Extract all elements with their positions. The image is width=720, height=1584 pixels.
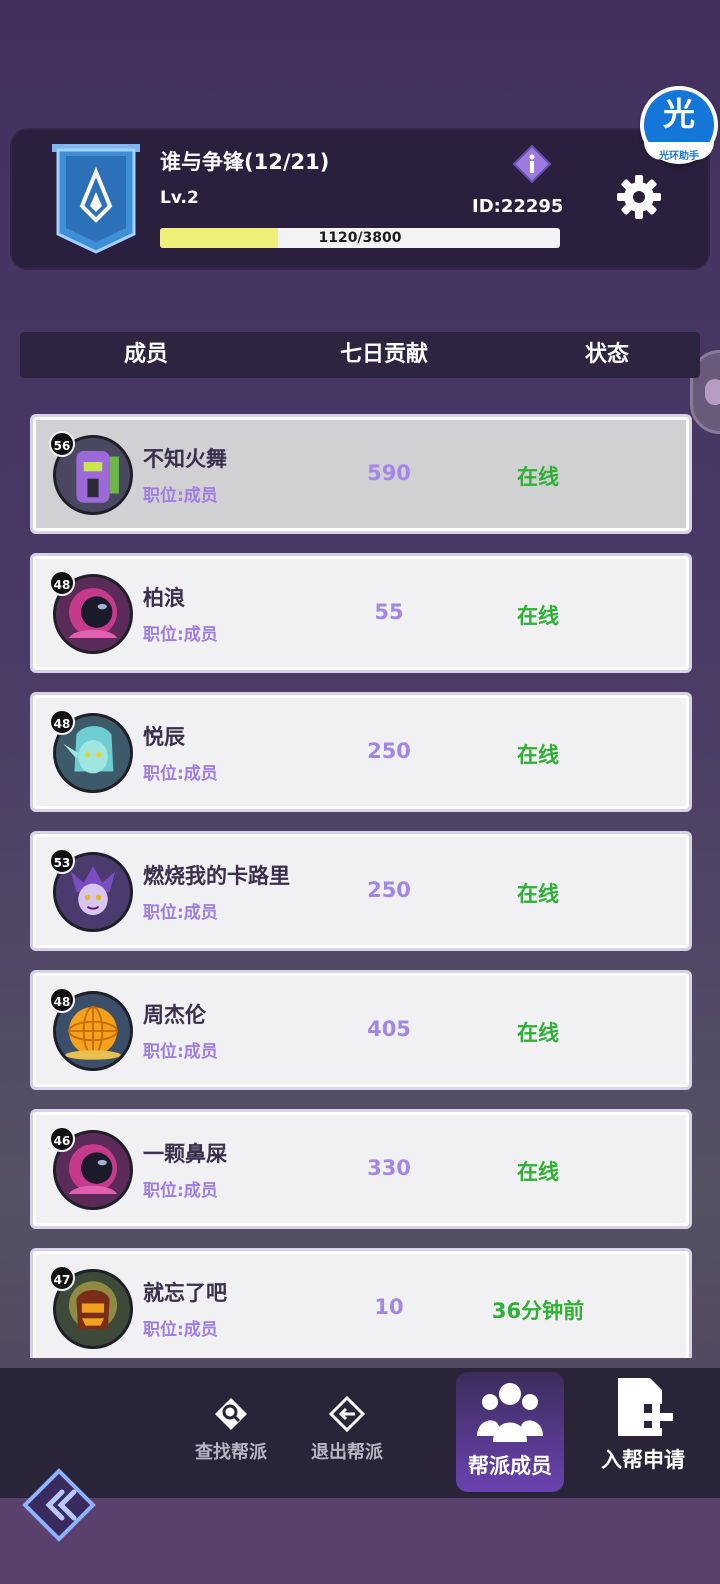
member-contribution: 250 [367,878,411,902]
member-contribution: 405 [367,1017,411,1041]
member-role: 职位:成员 [143,903,218,923]
join-requests-label: 入帮申请 [601,1448,685,1472]
guild-level: Lv.2 [160,188,199,208]
member-level-badge: 56 [49,431,75,457]
member-name: 周杰伦 [143,1003,206,1027]
member-status: 在线 [517,1021,559,1045]
drawer-handle-icon [705,379,720,405]
member-level-badge: 46 [49,1126,75,1152]
member-contribution: 55 [374,600,404,624]
member-role: 职位:成员 [143,486,218,506]
member-status: 在线 [517,882,559,906]
assistant-glyph: 光 [662,95,695,133]
guild-banner-icon [52,144,140,254]
member-contribution: 10 [374,1295,404,1319]
member-row[interactable]: 47 就忘了吧职位:成员 10 36分钟前 [30,1248,692,1358]
quit-guild-button[interactable]: 退出帮派 [302,1394,392,1464]
exit-guild-icon [328,1395,366,1433]
assistant-float-button[interactable]: 光 光环助手 [640,86,718,164]
guild-xp-text: 1120/3800 [318,230,402,246]
member-row[interactable]: 46 一颗鼻屎职位:成员 330 在线 [30,1109,692,1229]
member-role: 职位:成员 [143,1320,218,1340]
member-row[interactable]: 48 柏浪职位:成员 55 在线 [30,553,692,673]
find-guild-label: 查找帮派 [195,1442,267,1463]
member-name: 悦辰 [143,725,185,749]
guild-members-tab[interactable]: 帮派成员 [456,1372,564,1492]
back-chevron-icon[interactable] [22,1468,96,1542]
member-status: 在线 [517,743,559,767]
member-level-badge: 48 [49,987,75,1013]
search-guild-icon [215,1398,247,1430]
member-role: 职位:成员 [143,1181,218,1201]
member-level-badge: 48 [49,709,75,735]
assistant-label: 光环助手 [659,151,699,162]
member-role: 职位:成员 [143,625,218,645]
settings-gear-icon[interactable] [614,172,664,222]
bottom-background [0,1498,720,1584]
guild-id: ID:22295 [472,196,564,217]
add-request-icon [618,1378,673,1436]
header-contribution: 七日贡献 [340,342,429,367]
member-level-badge: 53 [49,848,75,874]
member-contribution: 590 [367,461,411,485]
member-name: 燃烧我的卡路里 [143,864,290,888]
member-name: 柏浪 [143,586,185,610]
member-role: 职位:成员 [143,764,218,784]
member-contribution: 330 [367,1156,411,1180]
info-icon[interactable] [512,144,552,184]
quit-guild-label: 退出帮派 [311,1442,383,1463]
member-name: 不知火舞 [143,447,227,471]
find-guild-button[interactable]: 查找帮派 [186,1394,276,1464]
member-role: 职位:成员 [143,1042,218,1062]
member-contribution: 250 [367,739,411,763]
header-member: 成员 [124,342,169,367]
member-name: 就忘了吧 [143,1281,227,1305]
member-status: 在线 [517,1160,559,1184]
member-status: 36分钟前 [491,1299,585,1323]
member-row[interactable]: 53 燃烧我的卡路里职位:成员 250 在线 [30,831,692,951]
member-list[interactable]: 56 不知火舞 职位:成员 590 在线 48 柏浪 职位:成员 55 在线 48 悦辰 职位:成员 25… [30,414,692,1358]
member-row[interactable]: 48 悦辰职位:成员 250 在线 [30,692,692,812]
guild-members-label: 帮派成员 [468,1454,552,1478]
member-level-badge: 48 [49,570,75,596]
member-name: 一颗鼻屎 [143,1142,227,1166]
bottom-nav-bar: 查找帮派 退出帮派 帮派成员 入帮申请 [0,1368,720,1498]
member-status: 在线 [517,604,559,628]
member-status: 在线 [517,465,559,489]
member-level-badge: 47 [49,1265,75,1291]
member-row[interactable]: 48 周杰伦职位:成员 405 在线 [30,970,692,1090]
member-table-header: 成员 七日贡献 状态 [20,332,700,378]
guild-info-card: 谁与争锋(12/21) Lv.2 ID:22295 1120/3800 [10,128,710,270]
header-status: 状态 [585,342,630,367]
join-requests-button[interactable]: 入帮申请 [588,1374,698,1474]
guild-name: 谁与争锋(12/21) [160,150,330,174]
guild-xp-bar: 1120/3800 [160,228,560,248]
members-group-icon [477,1383,543,1442]
member-row[interactable]: 56 不知火舞职位:成员 590 在线 [30,414,692,534]
